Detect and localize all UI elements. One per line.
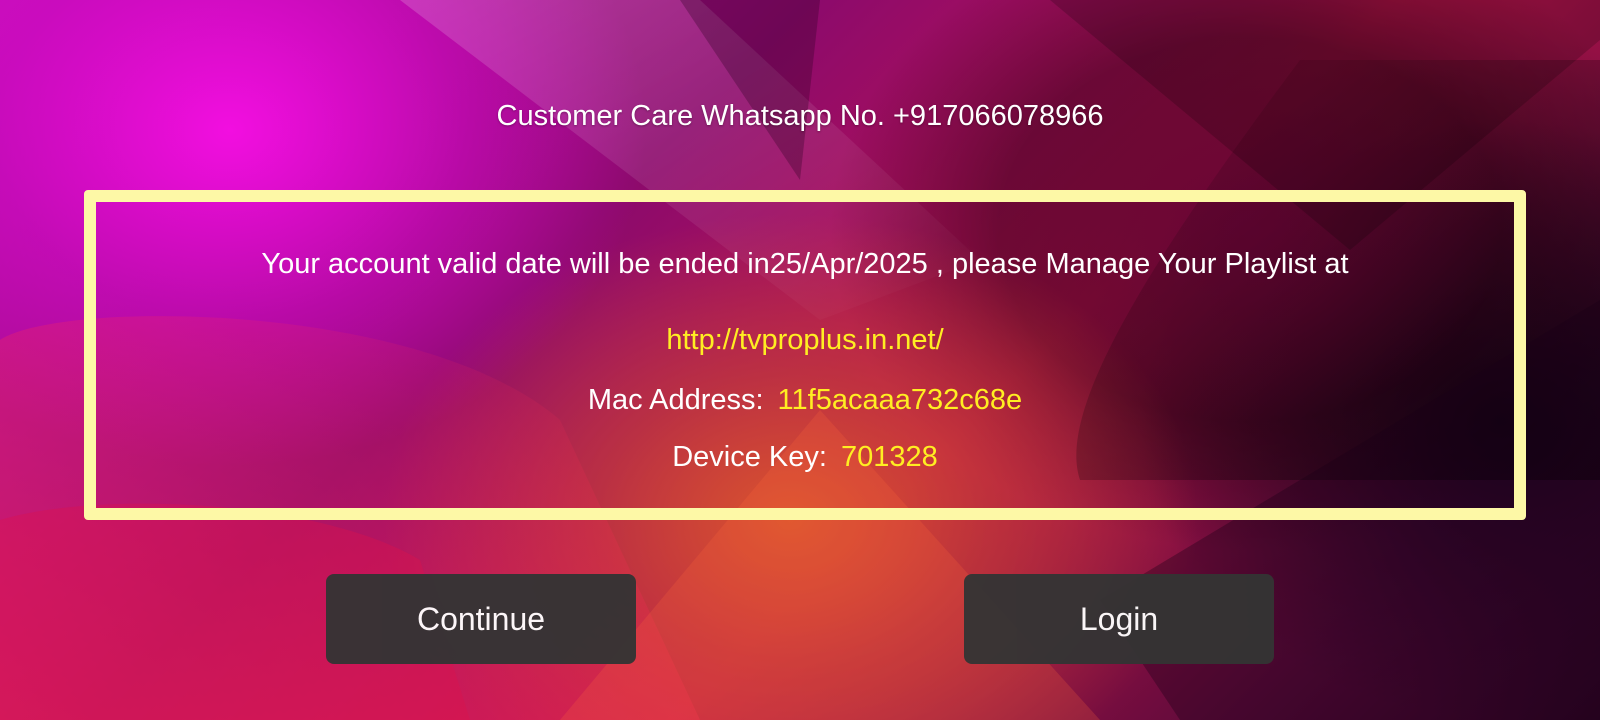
- continue-button[interactable]: Continue: [326, 574, 636, 664]
- account-info-box: Your account valid date will be ended in…: [84, 190, 1526, 520]
- login-button[interactable]: Login: [964, 574, 1274, 664]
- expiry-message: Your account valid date will be ended in…: [261, 248, 1349, 280]
- device-key-row: Device Key: 701328: [96, 437, 1514, 477]
- customer-care-text: Customer Care Whatsapp No. +917066078966: [496, 100, 1104, 132]
- device-key-label: Device Key:: [672, 441, 827, 473]
- mac-address-value: 11f5acaaa732c68e: [777, 384, 1023, 416]
- mac-address-row: Mac Address: 11f5acaaa732c68e: [96, 380, 1514, 420]
- mac-address-label: Mac Address:: [587, 384, 764, 416]
- device-key-value: 701328: [840, 441, 938, 473]
- playlist-url: http://tvproplus.in.net/: [666, 324, 944, 356]
